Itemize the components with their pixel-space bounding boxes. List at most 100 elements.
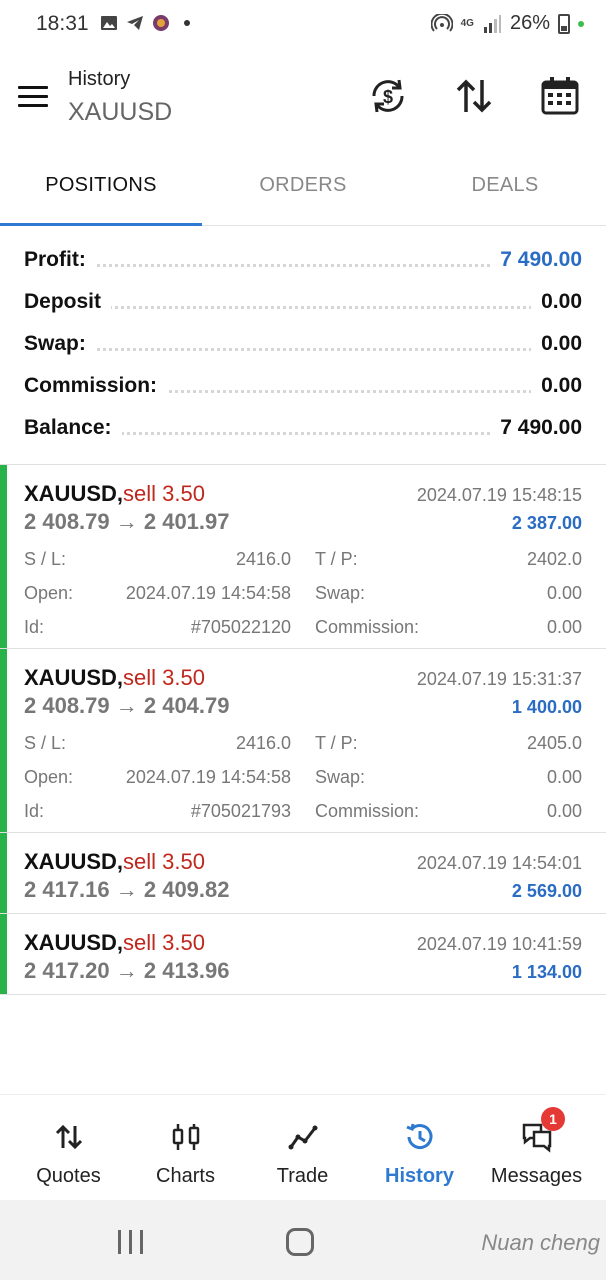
- tab-positions[interactable]: POSITIONS: [0, 174, 202, 197]
- commission-label: Commission:: [315, 617, 420, 637]
- positions-list: XAUUSD, sell 3.50 2024.07.19 15:48:15 2 …: [0, 464, 606, 995]
- position-profit: 1 400.00: [511, 697, 582, 717]
- position-status-bar: [0, 465, 7, 648]
- status-indicators: 4G 26%: [430, 12, 584, 35]
- open-label: Open:: [24, 767, 74, 787]
- summary-label: Profit:: [24, 248, 96, 272]
- id-value: #705022120: [190, 617, 291, 637]
- summary-row-balance: Balance: 7 490.00: [0, 406, 606, 448]
- position-prices: 2 408.79 → 2 401.97: [24, 509, 230, 534]
- summary-value: 7 490.00: [490, 416, 582, 440]
- status-bar: 18:31 4G 26%: [0, 0, 606, 48]
- tp-label: T / P:: [315, 733, 358, 753]
- position-symbol: XAUUSD,: [24, 849, 124, 874]
- position-item[interactable]: XAUUSD, sell 3.50 2024.07.19 15:31:37 2 …: [0, 649, 606, 833]
- position-profit: 2 387.00: [511, 513, 582, 533]
- summary-row-commission: Commission: 0.00: [0, 364, 606, 406]
- summary-row-swap: Swap: 0.00: [0, 322, 606, 364]
- summary-value: 0.00: [531, 290, 582, 314]
- position-time: 2024.07.19 15:48:15: [416, 485, 582, 505]
- commission-value: 0.00: [546, 801, 582, 821]
- swap-label: Swap:: [315, 767, 366, 787]
- position-time: 2024.07.19 15:31:37: [416, 669, 582, 689]
- network-type: 4G: [460, 17, 474, 29]
- battery-percent: 26%: [509, 12, 550, 34]
- summary-section: Profit: 7 490.00 Deposit 0.00 Swap: 0.00…: [0, 238, 606, 448]
- sl-label: S / L:: [24, 549, 67, 569]
- system-navigation-bar: Nuan cheng: [0, 1200, 606, 1280]
- symbol-filter[interactable]: XAUUSD: [68, 98, 172, 127]
- swap-value: 0.00: [546, 767, 582, 787]
- bottom-navigation: Quotes Charts Trade History 1 Messages: [0, 1094, 606, 1200]
- active-tab-indicator: [0, 223, 202, 226]
- trade-line-icon: [288, 1125, 318, 1150]
- nav-label: Trade: [276, 1165, 329, 1187]
- open-value: 2024.07.19 14:54:58: [125, 767, 291, 787]
- position-symbol: XAUUSD,: [24, 930, 124, 955]
- notification-icons: [100, 14, 190, 32]
- recent-apps-icon[interactable]: [118, 1230, 144, 1254]
- summary-label: Deposit: [24, 290, 112, 314]
- nav-label: Charts: [156, 1165, 215, 1187]
- commission-label: Commission:: [315, 801, 420, 821]
- messages-badge: 1: [541, 1107, 565, 1131]
- position-item[interactable]: XAUUSD, sell 3.50 2024.07.19 10:41:59 2 …: [0, 914, 606, 995]
- tp-value: 2402.0: [526, 549, 582, 569]
- position-status-bar: [0, 649, 7, 832]
- position-status-bar: [0, 833, 7, 913]
- currency-exchange-icon[interactable]: $: [366, 74, 410, 118]
- nav-label: Quotes: [36, 1165, 101, 1187]
- history-tabs: POSITIONS ORDERS DEALS: [0, 150, 606, 226]
- position-item[interactable]: XAUUSD, sell 3.50 2024.07.19 14:54:01 2 …: [0, 833, 606, 914]
- position-side: sell 3.50: [123, 481, 205, 506]
- sl-value: 2416.0: [235, 549, 291, 569]
- nav-label: History: [385, 1165, 454, 1187]
- sl-label: S / L:: [24, 733, 67, 753]
- hotspot-icon: [430, 13, 453, 32]
- summary-label: Swap:: [24, 332, 96, 356]
- candlestick-icon: [172, 1124, 200, 1150]
- id-label: Id:: [24, 801, 45, 821]
- swap-label: Swap:: [315, 583, 366, 603]
- sort-icon[interactable]: [452, 74, 496, 118]
- position-status-bar: [0, 914, 7, 994]
- summary-label: Balance:: [24, 416, 122, 440]
- app-header: History XAUUSD $: [0, 48, 606, 148]
- open-label: Open:: [24, 583, 74, 603]
- summary-value: 0.00: [531, 374, 582, 398]
- position-prices: 2 417.20 → 2 413.96: [24, 958, 230, 983]
- position-time: 2024.07.19 10:41:59: [416, 934, 582, 954]
- position-profit: 2 569.00: [511, 881, 582, 901]
- summary-value: 0.00: [531, 332, 582, 356]
- summary-label: Commission:: [24, 374, 168, 398]
- summary-row-deposit: Deposit 0.00: [0, 280, 606, 322]
- nav-trade[interactable]: Trade: [242, 1095, 363, 1201]
- nav-quotes[interactable]: Quotes: [8, 1095, 129, 1201]
- id-value: #705021793: [190, 801, 291, 821]
- tab-deals[interactable]: DEALS: [404, 174, 606, 197]
- position-prices: 2 417.16 → 2 409.82: [24, 877, 230, 902]
- svg-text:$: $: [383, 87, 393, 107]
- history-clock-icon: [406, 1123, 433, 1150]
- summary-row-profit: Profit: 7 490.00: [0, 238, 606, 280]
- calendar-icon[interactable]: [538, 74, 582, 118]
- nav-messages[interactable]: 1 Messages: [476, 1095, 597, 1201]
- telegram-icon: [127, 16, 143, 30]
- position-item[interactable]: XAUUSD, sell 3.50 2024.07.19 15:48:15 2 …: [0, 465, 606, 649]
- nav-history[interactable]: History: [359, 1095, 480, 1201]
- nav-charts[interactable]: Charts: [125, 1095, 246, 1201]
- commission-value: 0.00: [546, 617, 582, 637]
- position-prices: 2 408.79 → 2 404.79: [24, 693, 230, 718]
- menu-icon[interactable]: [18, 86, 48, 108]
- position-symbol: XAUUSD,: [24, 481, 124, 506]
- more-notifications-icon: [184, 20, 190, 26]
- home-icon[interactable]: [286, 1228, 314, 1256]
- tab-orders[interactable]: ORDERS: [202, 174, 404, 197]
- signal-icon: [483, 14, 501, 33]
- watermark-text: Nuan cheng: [481, 1230, 600, 1255]
- position-side: sell 3.50: [123, 849, 205, 874]
- status-time: 18:31: [36, 12, 89, 35]
- battery-icon: [558, 13, 570, 34]
- summary-value: 7 490.00: [490, 248, 582, 272]
- sl-value: 2416.0: [235, 733, 291, 753]
